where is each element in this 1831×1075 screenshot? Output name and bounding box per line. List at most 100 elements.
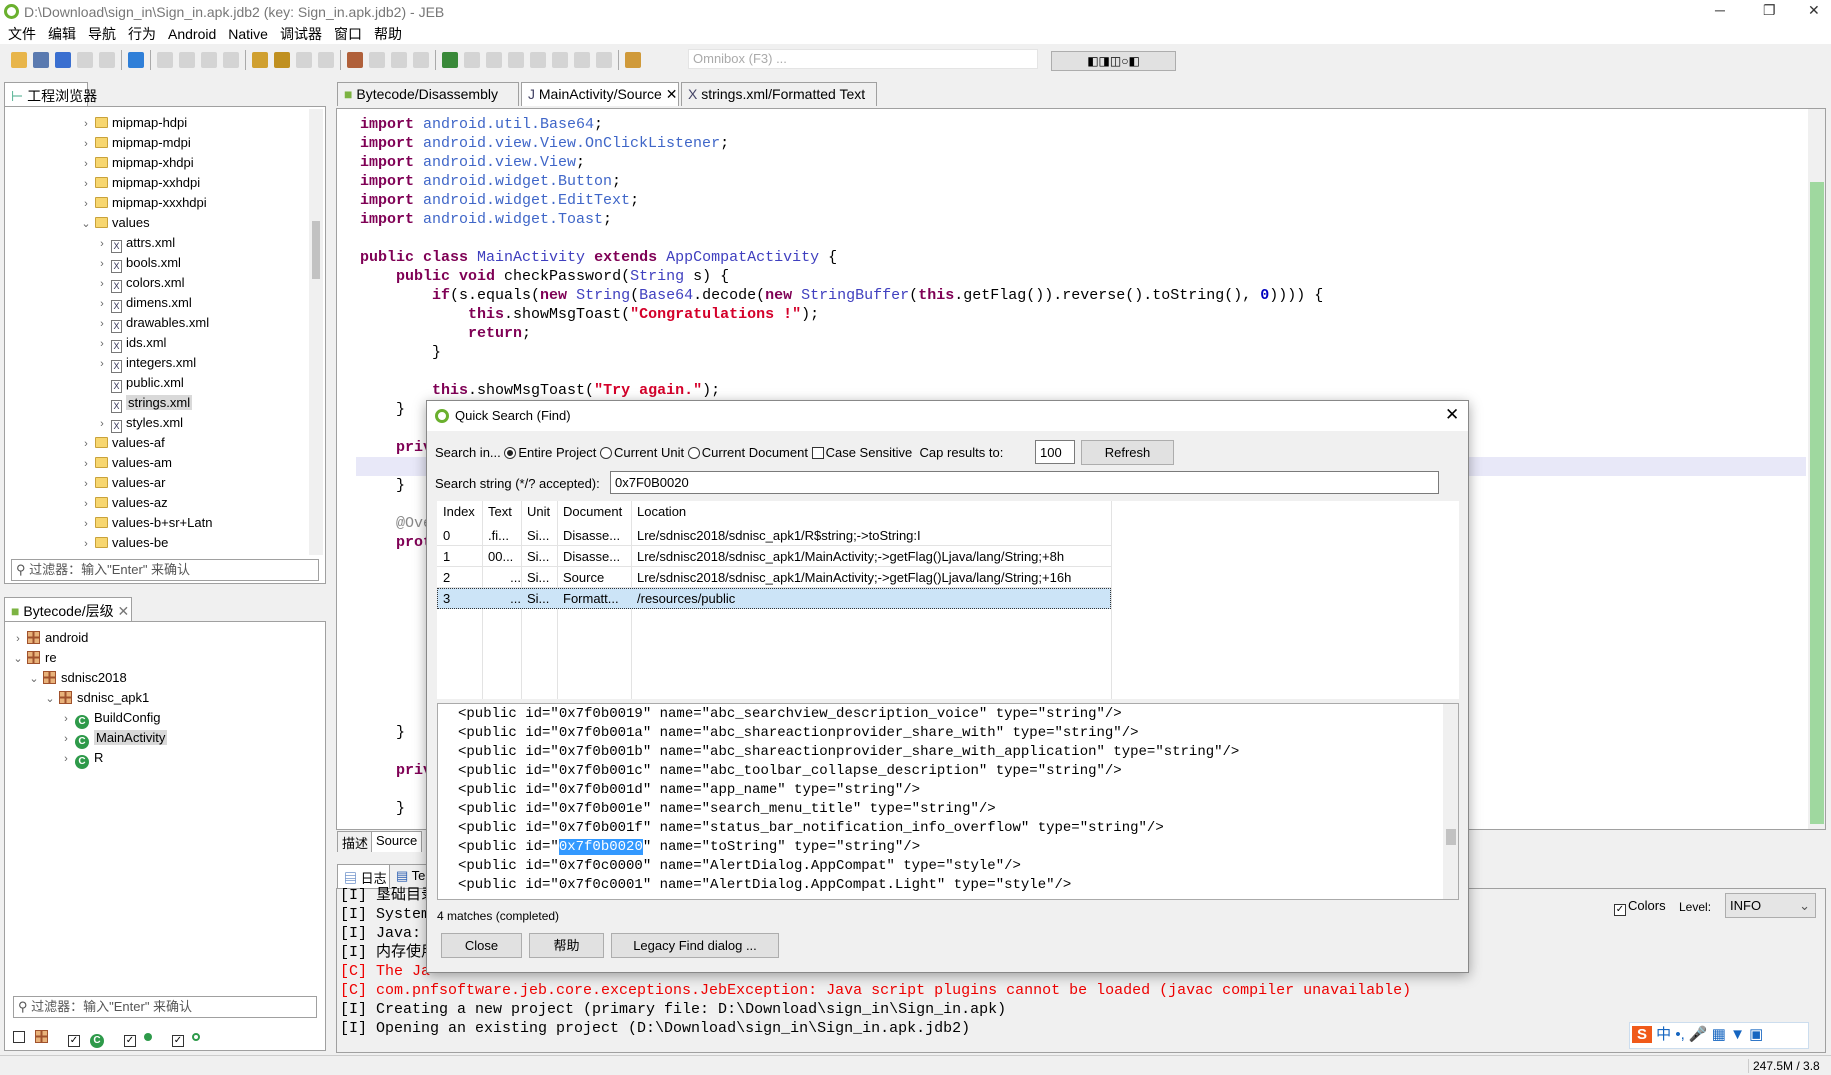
radio[interactable] — [687, 447, 700, 459]
scope-radio-entire-project[interactable]: Entire Project — [504, 445, 600, 460]
tab-bytecode-disassembly[interactable]: ■ Bytecode/Disassembly — [337, 82, 519, 106]
help-button[interactable]: 帮助 — [529, 933, 604, 958]
cap-results-input[interactable]: 100 — [1035, 440, 1075, 464]
tree-item[interactable]: › Xintegers.xml — [95, 353, 196, 373]
open-icon[interactable] — [11, 52, 27, 68]
tree-item[interactable]: › Xstyles.xml — [95, 413, 183, 433]
tab-log[interactable]: ▤ 日志 — [337, 864, 394, 888]
checkbox[interactable]: ✓ — [1614, 904, 1626, 916]
step-over-icon[interactable] — [552, 52, 568, 68]
close-button[interactable]: Close — [441, 933, 522, 958]
legacy-find-dialog-button[interactable]: Legacy Find dialog ... — [611, 933, 779, 958]
omnibox-input[interactable]: Omnibox (F3) ... — [688, 49, 1038, 69]
tab-source[interactable]: Source — [371, 831, 423, 852]
search-string-input[interactable]: 0x7F0B0020 — [610, 471, 1439, 494]
chevron-right-icon[interactable]: › — [79, 154, 93, 174]
tree-item[interactable]: ⌄ sdnisc_apk1 — [43, 688, 149, 708]
forward-icon[interactable] — [223, 52, 239, 68]
filter-toggle-checkbox[interactable]: ✓ — [172, 1035, 184, 1047]
chevron-right-icon[interactable]: › — [59, 749, 73, 769]
tree-item[interactable]: ⌄ re — [11, 648, 56, 669]
chevron-right-icon[interactable]: › — [95, 254, 109, 274]
tab-mainactivity-source[interactable]: J MainActivity/Source ✕ — [521, 82, 679, 106]
menu-item-帮助[interactable]: 帮助 — [374, 24, 402, 44]
tab-bytecode-hierarchy[interactable]: ■ Bytecode/层级 ✕ — [4, 597, 132, 621]
decompile-icon[interactable] — [252, 52, 268, 68]
chevron-right-icon[interactable]: › — [95, 234, 109, 254]
tree-item[interactable]: › Xids.xml — [95, 333, 166, 353]
tree-item[interactable]: ⌄ values — [79, 213, 149, 233]
warning-icon[interactable] — [99, 52, 115, 68]
comment-icon[interactable] — [274, 52, 290, 68]
tree-item[interactable]: › Xattrs.xml — [95, 233, 175, 253]
project-filter-input[interactable]: ⚲ 过滤器：输入"Enter" 来确认 — [11, 559, 319, 581]
editor-scrollbar[interactable] — [1808, 109, 1825, 829]
back-icon[interactable] — [201, 52, 217, 68]
tree-item[interactable]: › android — [11, 628, 88, 648]
filter-toggle-checkbox[interactable] — [13, 1031, 25, 1043]
tree-item[interactable]: › values-ar — [79, 473, 165, 493]
minimize-button[interactable]: ─ — [1715, 2, 1725, 18]
radio[interactable] — [504, 447, 517, 459]
debug-icon[interactable] — [442, 52, 458, 68]
chevron-down-icon[interactable]: ⌄ — [43, 689, 57, 709]
radio[interactable] — [600, 447, 613, 459]
colors-checkbox[interactable]: ✓ Colors — [1614, 898, 1666, 916]
close-tab-icon[interactable]: ✕ — [662, 86, 678, 102]
graph-icon[interactable] — [413, 52, 429, 68]
hierarchy-filter-input[interactable]: ⚲ 过滤器：输入"Enter" 来确认 — [13, 996, 317, 1018]
tree-item[interactable]: › values-az — [79, 493, 167, 514]
scrollbar-thumb[interactable] — [312, 221, 320, 279]
chevron-right-icon[interactable]: › — [79, 434, 93, 454]
chevron-down-icon[interactable]: ⌄ — [27, 669, 41, 689]
tree-item[interactable]: › C MainActivity — [59, 728, 168, 749]
tree-item[interactable]: › C BuildConfig — [59, 708, 161, 729]
scrollbar-thumb[interactable] — [1446, 829, 1456, 845]
jump-icon[interactable] — [157, 52, 173, 68]
step-out-icon[interactable] — [574, 52, 590, 68]
chevron-right-icon[interactable]: › — [79, 514, 93, 534]
menu-item-Android[interactable]: Android — [168, 24, 216, 44]
chevron-right-icon[interactable]: › — [95, 294, 109, 314]
tab-project-explorer[interactable]: ⊢ 工程浏览器 — [4, 82, 97, 106]
column-header-document[interactable]: Document — [557, 501, 631, 522]
chevron-right-icon[interactable]: › — [79, 174, 93, 194]
tree-icon[interactable] — [369, 52, 385, 68]
chevron-right-icon[interactable]: › — [79, 494, 93, 514]
chevron-down-icon[interactable]: ⌄ — [11, 649, 25, 669]
run-to-icon[interactable] — [596, 52, 612, 68]
step-into-icon[interactable] — [530, 52, 546, 68]
tree-item[interactable]: Xstrings.xml — [95, 393, 193, 413]
scope-radio-current-document[interactable]: Current Document — [687, 445, 812, 460]
column-header-index[interactable]: Index — [437, 501, 482, 522]
rename-icon[interactable] — [296, 52, 312, 68]
tree-item[interactable]: › Xdrawables.xml — [95, 313, 209, 333]
xref-icon[interactable] — [179, 52, 195, 68]
tree-item[interactable]: › mipmap-xxhdpi — [79, 173, 200, 193]
perspective-switcher-button[interactable]: ◧◨◫○◧ — [1051, 51, 1176, 71]
column-header-text[interactable]: Text — [482, 501, 521, 522]
tree-item[interactable]: › values-af — [79, 433, 165, 453]
tree-item[interactable]: › Xcolors.xml — [95, 273, 185, 293]
chevron-right-icon[interactable]: › — [95, 334, 109, 354]
chevron-right-icon[interactable]: › — [79, 454, 93, 474]
close-window-button[interactable]: ✕ — [1808, 2, 1820, 19]
column-header-location[interactable]: Location — [631, 501, 1106, 522]
run-icon[interactable] — [464, 52, 480, 68]
tree-item[interactable]: › mipmap-hdpi — [79, 113, 187, 133]
maximize-button[interactable]: ❐ — [1763, 2, 1776, 19]
tree-item[interactable]: ⌄ sdnisc2018 — [27, 668, 126, 689]
refresh-button[interactable]: Refresh — [1081, 440, 1174, 465]
package-icon[interactable] — [347, 52, 363, 68]
tree-item[interactable]: › mipmap-mdpi — [79, 133, 191, 153]
tree-item[interactable]: › values-am — [79, 453, 172, 473]
menu-item-Native[interactable]: Native — [228, 24, 268, 44]
chevron-right-icon[interactable]: › — [79, 474, 93, 494]
chevron-right-icon[interactable]: › — [59, 709, 73, 729]
filter-toggle-checkbox[interactable]: ✓ — [68, 1035, 80, 1047]
nodes-icon[interactable] — [391, 52, 407, 68]
filter-toggle-checkbox[interactable]: ✓ — [124, 1035, 136, 1047]
preview-scrollbar[interactable] — [1443, 704, 1458, 899]
editor-overview-ruler[interactable] — [1810, 182, 1824, 824]
save-icon[interactable] — [33, 52, 49, 68]
